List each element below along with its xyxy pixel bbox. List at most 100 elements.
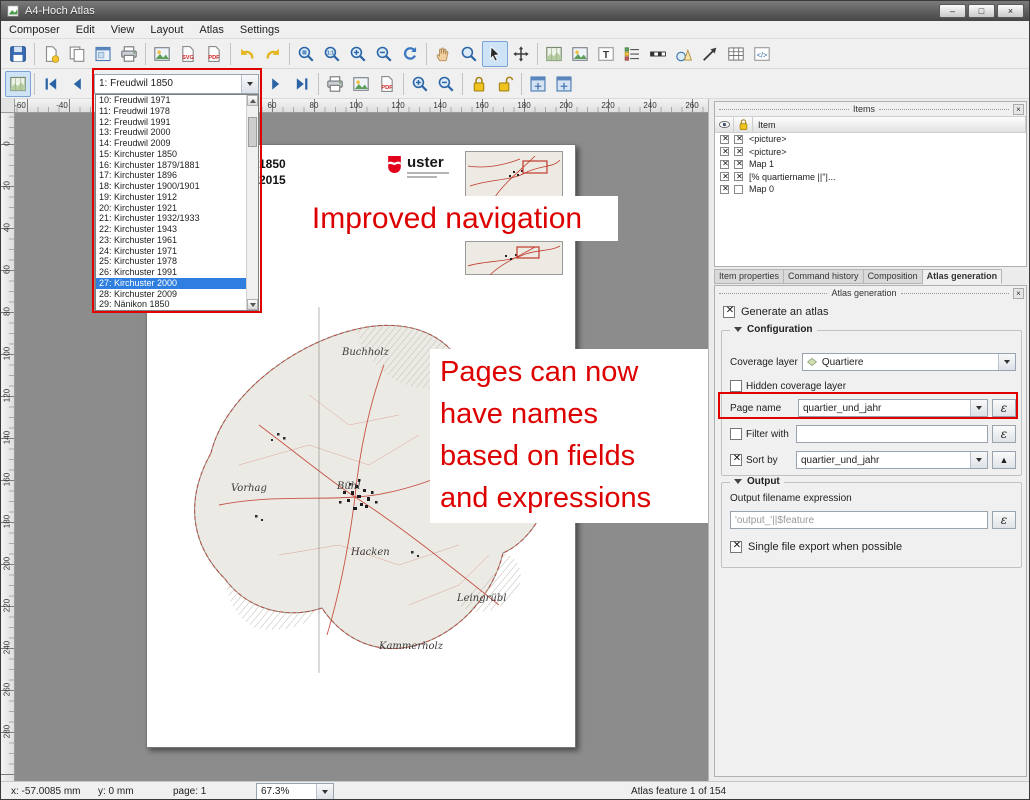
atlas-dropdown-item[interactable]: 16: Kirchuster 1879/1881	[96, 160, 246, 171]
output-group-header[interactable]: Output	[730, 476, 784, 487]
scroll-down-icon[interactable]	[247, 299, 258, 310]
dropdown-scrollbar[interactable]	[246, 95, 258, 310]
items-table-row[interactable]: [% quartiername ||''|...	[715, 171, 1026, 184]
zoom-level-combo[interactable]: 67.3%	[256, 783, 334, 800]
menu-atlas[interactable]: Atlas	[191, 22, 231, 38]
refresh-view-icon[interactable]	[397, 41, 423, 67]
scroll-up-icon[interactable]	[247, 95, 258, 106]
first-feature-icon[interactable]	[38, 71, 64, 97]
atlas-dropdown-item[interactable]: 13: Freudwil 2000	[96, 127, 246, 138]
group-items-icon[interactable]	[525, 71, 551, 97]
atlas-dropdown-item[interactable]: 29: Nänikon 1850	[96, 299, 246, 310]
ungroup-items-icon[interactable]	[551, 71, 577, 97]
export-pdf-icon[interactable]: PDF	[201, 41, 227, 67]
item-lock-checkbox[interactable]	[734, 172, 743, 181]
atlas-dropdown-item[interactable]: 19: Kirchuster 1912	[96, 192, 246, 203]
sort-by-combo[interactable]: quartier_und_jahr	[796, 451, 988, 469]
lock-items-icon[interactable]	[466, 71, 492, 97]
sort-ascending-button[interactable]: ▲	[992, 451, 1016, 469]
add-image-icon[interactable]	[567, 41, 593, 67]
atlas-dropdown-item[interactable]: 10: Freudwil 1971	[96, 95, 246, 106]
atlas-dropdown-item[interactable]: 20: Kirchuster 1921	[96, 203, 246, 214]
zoom-full-icon[interactable]	[293, 41, 319, 67]
atlas-dropdown-item[interactable]: 17: Kirchuster 1896	[96, 170, 246, 181]
new-composer-icon[interactable]	[38, 41, 64, 67]
filter-with-checkbox[interactable]	[730, 428, 742, 440]
unlock-items-icon[interactable]	[492, 71, 518, 97]
add-html-icon[interactable]: </>	[749, 41, 775, 67]
composer-manager-icon[interactable]	[90, 41, 116, 67]
export-svg-icon[interactable]: SVG	[175, 41, 201, 67]
items-table-row[interactable]: Map 0	[715, 183, 1026, 196]
items-table-row[interactable]: <picture>	[715, 133, 1026, 146]
add-shape-icon[interactable]	[671, 41, 697, 67]
filter-with-input[interactable]	[796, 425, 988, 443]
output-filename-input[interactable]: 'output_'||$feature	[730, 511, 988, 529]
atlas-dropdown-item[interactable]: 21: Kirchuster 1932/1933	[96, 213, 246, 224]
menu-layout[interactable]: Layout	[142, 22, 191, 38]
zoom-out-icon[interactable]	[371, 41, 397, 67]
item-lock-checkbox[interactable]	[734, 147, 743, 156]
filter-expression-button[interactable]: ε	[992, 425, 1016, 443]
atlas-dropdown-item[interactable]: 22: Kirchuster 1943	[96, 224, 246, 235]
save-project-icon[interactable]	[5, 41, 31, 67]
minimize-button[interactable]: –	[939, 4, 966, 18]
menu-composer[interactable]: Composer	[1, 22, 68, 38]
atlas-dropdown-item[interactable]: 11: Freudwil 1978	[96, 106, 246, 117]
items-table-row[interactable]: <picture>	[715, 146, 1026, 159]
zoom-actual-icon[interactable]: 1:1	[319, 41, 345, 67]
atlas-dropdown-item[interactable]: 25: Kirchuster 1978	[96, 256, 246, 267]
print-atlas-icon[interactable]	[322, 71, 348, 97]
atlas-dropdown-item[interactable]: 26: Kirchuster 1991	[96, 267, 246, 278]
single-file-checkbox[interactable]	[730, 541, 742, 553]
export-image-icon[interactable]	[149, 41, 175, 67]
item-visible-checkbox[interactable]	[720, 147, 729, 156]
export-atlas-pdf-icon[interactable]: PDF	[374, 71, 400, 97]
add-legend-icon[interactable]	[619, 41, 645, 67]
duplicate-composer-icon[interactable]	[64, 41, 90, 67]
coverage-layer-combo-arrow[interactable]	[998, 354, 1015, 370]
print-icon[interactable]	[116, 41, 142, 67]
map-thumbnail-top[interactable]	[465, 151, 563, 198]
close-icon[interactable]: ×	[1013, 104, 1024, 115]
zoom-out-icon[interactable]	[433, 71, 459, 97]
sort-by-checkbox[interactable]	[730, 454, 742, 466]
atlas-dropdown-item[interactable]: 28: Kirchuster 2009	[96, 289, 246, 300]
page-name-combo-arrow[interactable]	[970, 400, 987, 416]
preview-atlas-icon[interactable]	[5, 71, 31, 97]
last-feature-icon[interactable]	[289, 71, 315, 97]
maximize-button[interactable]: □	[968, 4, 995, 18]
tab-atlas-generation[interactable]: Atlas generation	[923, 269, 1003, 284]
coverage-layer-combo[interactable]: Quartiere	[802, 353, 1016, 371]
add-map-icon[interactable]	[541, 41, 567, 67]
close-button[interactable]: ×	[997, 4, 1024, 18]
next-feature-icon[interactable]	[263, 71, 289, 97]
tab-item-properties[interactable]: Item properties	[714, 269, 784, 284]
configuration-group-header[interactable]: Configuration	[730, 324, 817, 335]
zoom-tool-icon[interactable]	[456, 41, 482, 67]
undo-icon[interactable]	[234, 41, 260, 67]
generate-atlas-checkbox[interactable]	[723, 306, 735, 318]
item-lock-checkbox[interactable]	[734, 185, 743, 194]
redo-icon[interactable]	[260, 41, 286, 67]
move-item-content-icon[interactable]	[508, 41, 534, 67]
export-atlas-image-icon[interactable]	[348, 71, 374, 97]
add-scalebar-icon[interactable]	[645, 41, 671, 67]
zoom-in-icon[interactable]	[407, 71, 433, 97]
add-arrow-icon[interactable]	[697, 41, 723, 67]
page-name-expression-button[interactable]: ε	[992, 399, 1016, 417]
filename-expression-button[interactable]: ε	[992, 511, 1016, 529]
atlas-dropdown-list[interactable]: 10: Freudwil 197111: Freudwil 197812: Fr…	[95, 94, 259, 311]
atlas-dropdown-item[interactable]: 27: Kirchuster 2000	[96, 278, 246, 289]
atlas-feature-combo-arrow[interactable]	[241, 75, 258, 93]
add-label-icon[interactable]: T	[593, 41, 619, 67]
page-name-combo[interactable]: quartier_und_jahr	[798, 399, 988, 417]
lock-column-icon[interactable]	[734, 117, 753, 132]
item-visible-checkbox[interactable]	[720, 172, 729, 181]
atlas-dropdown-item[interactable]: 12: Freudwil 1991	[96, 117, 246, 128]
atlas-dropdown-item[interactable]: 15: Kirchuster 1850	[96, 149, 246, 160]
item-visible-checkbox[interactable]	[720, 160, 729, 169]
menu-edit[interactable]: Edit	[68, 22, 103, 38]
visibility-column-icon[interactable]	[715, 117, 734, 132]
tab-composition[interactable]: Composition	[864, 269, 923, 284]
